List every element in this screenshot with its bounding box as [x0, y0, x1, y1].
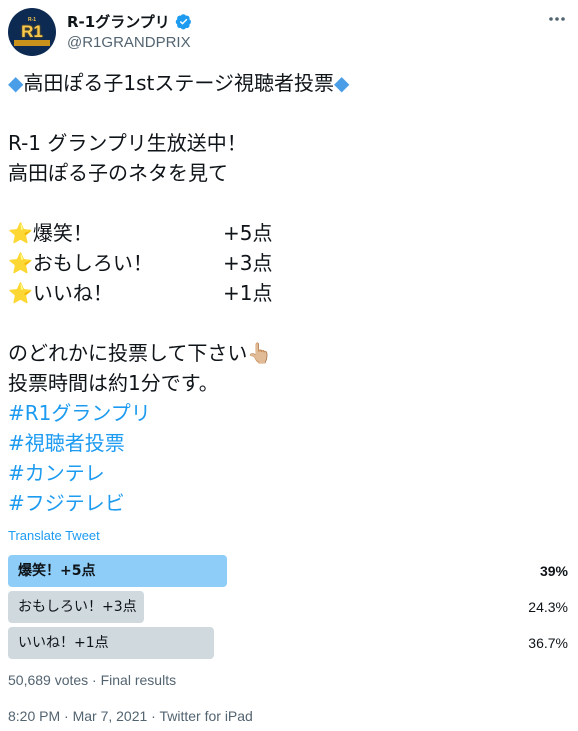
closing-line: のどれかに投票して下さい👆🏼: [8, 341, 273, 365]
translate-tweet-link[interactable]: Translate Tweet: [8, 528, 100, 543]
score-label-wrap: ⭐爆笑！: [8, 218, 223, 248]
poll-option-percent: 24.3%: [528, 599, 568, 615]
score-points: +3点: [223, 251, 273, 275]
poll-option: いいね！+1点 36.7%: [8, 627, 572, 659]
score-points: +1点: [223, 281, 273, 305]
score-label-wrap: ⭐いいね！: [8, 278, 223, 308]
score-label: おもしろい！: [32, 251, 153, 275]
avatar[interactable]: R-1 R1: [8, 8, 56, 56]
score-label: 爆笑！: [32, 221, 93, 245]
score-points: +5点: [223, 221, 273, 245]
score-row: ⭐いいね！ +1点: [8, 278, 570, 308]
avatar-logo-band: [14, 40, 50, 46]
poll-option: 爆笑！+5点 39%: [8, 555, 572, 587]
display-name[interactable]: R-1グランプリ: [67, 11, 170, 32]
poll-summary: 50,689 votes · Final results: [8, 672, 177, 688]
score-row: ⭐爆笑！ +5点: [8, 218, 570, 248]
intro-line: R-1 グランプリ生放送中！: [8, 131, 247, 155]
score-row: ⭐おもしろい！ +3点: [8, 248, 570, 278]
poll-option-label: いいね！+1点: [18, 635, 109, 651]
poll-option-percent: 39%: [539, 563, 568, 579]
closing-line: 投票時間は約1分です。: [8, 371, 219, 395]
poll-option-label: おもしろい！+3点: [18, 599, 137, 615]
tweet-title-text: 高田ぽる子1stステージ視聴者投票: [23, 71, 334, 95]
poll-option: おもしろい！+3点 24.3%: [8, 591, 572, 623]
star-icon: ⭐: [8, 281, 33, 305]
diamond-right-icon: ◆: [333, 71, 350, 95]
star-icon: ⭐: [8, 251, 33, 275]
hashtag-link[interactable]: #R1グランプリ: [8, 398, 570, 428]
avatar-logo-main: R1: [21, 22, 43, 41]
verified-badge-icon: [175, 13, 191, 29]
star-icon: ⭐: [8, 221, 33, 245]
hashtag-link[interactable]: #フジテレビ: [8, 488, 570, 518]
poll-option-percent: 36.7%: [528, 635, 568, 651]
score-label-wrap: ⭐おもしろい！: [8, 248, 223, 278]
tweet-timestamp[interactable]: 8:20 PM · Mar 7, 2021 · Twitter for iPad: [8, 708, 253, 724]
hashtag-link[interactable]: #カンテレ: [8, 458, 570, 488]
tweet-title: ◆高田ぽる子1stステージ視聴者投票◆: [8, 68, 570, 98]
tweet-body: ◆高田ぽる子1stステージ視聴者投票◆ R-1 グランプリ生放送中！ 高田ぽる子…: [8, 68, 570, 518]
more-dots-icon[interactable]: [546, 10, 568, 28]
hashtag-link[interactable]: #視聴者投票: [8, 428, 570, 458]
author-name-row: R-1グランプリ: [67, 10, 192, 32]
poll-option-label: 爆笑！+5点: [18, 563, 96, 579]
intro-line: 高田ぽる子のネタを見て: [8, 161, 228, 185]
poll: 爆笑！+5点 39% おもしろい！+3点 24.3% いいね！+1点 36.7%: [8, 555, 572, 663]
tweet-header: R-1 R1 R-1グランプリ @R1GRANDPRIX: [8, 8, 570, 58]
diamond-left-icon: ◆: [8, 71, 24, 95]
score-label: いいね！: [32, 281, 113, 305]
author-handle[interactable]: @R1GRANDPRIX: [67, 34, 191, 51]
